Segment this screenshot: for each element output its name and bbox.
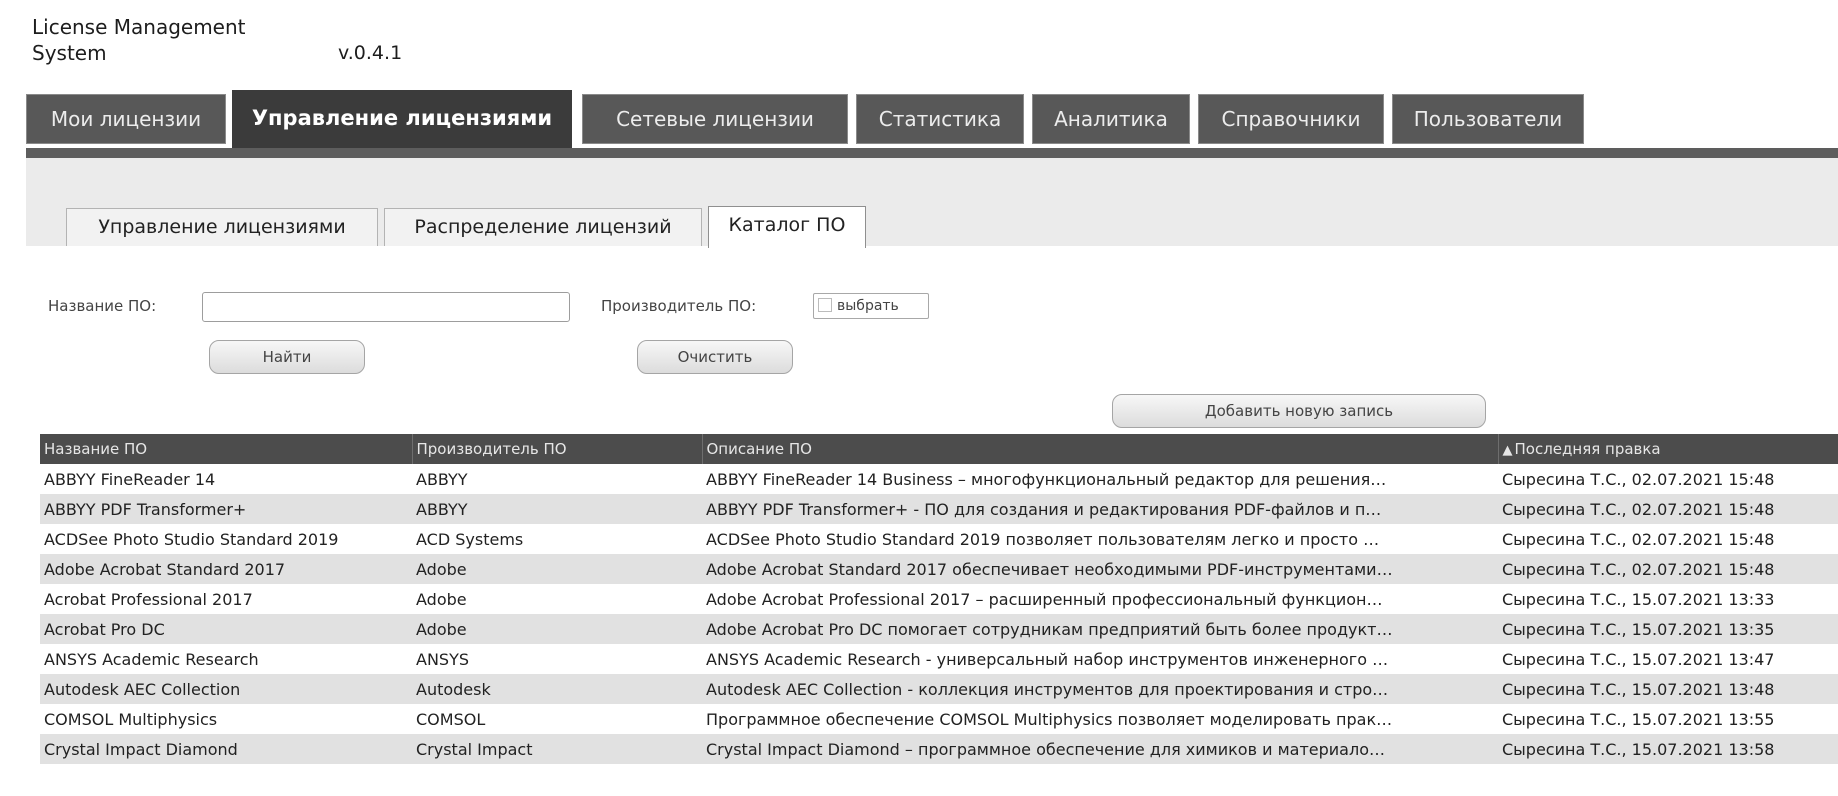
cell-description: ACDSee Photo Studio Standard 2019 позвол… — [706, 529, 1380, 549]
main-tab-my-licenses[interactable]: Мои лицензии — [26, 94, 226, 144]
table-row[interactable]: Adobe Acrobat Standard 2017 Adobe Adobe … — [40, 554, 1838, 584]
column-header-vendor[interactable]: Производитель ПО — [412, 434, 703, 464]
cell-name: COMSOL Multiphysics — [44, 709, 218, 729]
cell-description: ABBYY FineReader 14 Business – многофунк… — [706, 469, 1387, 489]
cell-description: Adobe Acrobat Standard 2017 обеспечивает… — [702, 554, 1498, 584]
software-catalog-table: Название ПО Производитель ПО Описание ПО… — [40, 434, 1838, 764]
table-row[interactable]: Acrobat Pro DC Adobe Adobe Acrobat Pro D… — [40, 614, 1838, 644]
table-row[interactable]: ANSYS Academic Research ANSYS ANSYS Acad… — [40, 644, 1838, 674]
cell-description: Autodesk AEC Collection - коллекция инст… — [702, 674, 1498, 704]
main-nav-divider — [26, 148, 1838, 158]
sort-ascending-icon: ▲ — [1502, 443, 1513, 458]
column-header-description[interactable]: Описание ПО — [702, 434, 1499, 464]
vendor-pick-label: выбрать — [837, 298, 899, 314]
table-row[interactable]: ABBYY PDF Transformer+ ABBYY ABBYY PDF T… — [40, 494, 1838, 524]
cell-vendor: ABBYY — [416, 469, 468, 489]
cell-vendor: Adobe — [412, 554, 702, 584]
main-tab-users[interactable]: Пользователи — [1392, 94, 1584, 144]
cell-description: ANSYS Academic Research - универсальный … — [706, 649, 1389, 669]
cell-name: Acrobat Professional 2017 — [44, 589, 253, 609]
table-row[interactable]: ABBYY FineReader 14 ABBYY ABBYY FineRead… — [40, 464, 1838, 494]
cell-last-edit: Сыресина Т.С., 02.07.2021 15:48 — [1498, 494, 1838, 524]
main-tab-license-management[interactable]: Управление лицензиями — [232, 90, 572, 154]
cell-last-edit: Сыресина Т.С., 15.07.2021 13:35 — [1498, 614, 1838, 644]
cell-name: ACDSee Photo Studio Standard 2019 — [44, 529, 339, 549]
cell-description: Crystal Impact Diamond – программное обе… — [702, 734, 1498, 764]
main-tab-analytics[interactable]: Аналитика — [1032, 94, 1190, 144]
sub-tab-software-catalog[interactable]: Каталог ПО — [708, 206, 866, 248]
cell-name: Autodesk AEC Collection — [40, 674, 412, 704]
cell-name: ANSYS Academic Research — [44, 649, 259, 669]
cell-name: Acrobat Pro DC — [40, 614, 412, 644]
search-button[interactable]: Найти — [209, 340, 365, 374]
cell-name: ABBYY FineReader 14 — [44, 469, 216, 489]
cell-description: Adobe Acrobat Professional 2017 – расшир… — [706, 589, 1383, 609]
clear-button[interactable]: Очистить — [637, 340, 793, 374]
main-tab-network-licenses[interactable]: Сетевые лицензии — [582, 94, 848, 144]
software-name-input[interactable] — [202, 292, 570, 322]
sub-tab-license-distribution[interactable]: Распределение лицензий — [384, 208, 702, 246]
column-header-last-edit-label: Последняя правка — [1514, 440, 1661, 458]
cell-name: Adobe Acrobat Standard 2017 — [40, 554, 412, 584]
main-tab-statistics[interactable]: Статистика — [856, 94, 1024, 144]
table-row[interactable]: COMSOL Multiphysics COMSOL Программное о… — [40, 704, 1838, 734]
cell-description: ABBYY PDF Transformer+ - ПО для создания… — [702, 494, 1498, 524]
cell-description: Adobe Acrobat Pro DC помогает сотрудника… — [702, 614, 1498, 644]
cell-last-edit: Сыресина Т.С., 15.07.2021 13:58 — [1498, 734, 1838, 764]
cell-vendor: ANSYS — [416, 649, 469, 669]
sub-tab-license-management[interactable]: Управление лицензиями — [66, 208, 378, 246]
table-row[interactable]: Acrobat Professional 2017 Adobe Adobe Ac… — [40, 584, 1838, 614]
app-version: v.0.4.1 — [338, 42, 403, 64]
app-title: License Management System — [32, 15, 246, 65]
cell-vendor: Autodesk — [412, 674, 702, 704]
cell-last-edit: Сыресина Т.С., 02.07.2021 15:48 — [1502, 469, 1775, 489]
add-record-button[interactable]: Добавить новую запись — [1112, 394, 1486, 428]
table-row[interactable]: Crystal Impact Diamond Crystal Impact Cr… — [40, 734, 1838, 764]
app-header: License Management System v.0.4.1 — [32, 14, 532, 74]
cell-last-edit: Сыресина Т.С., 15.07.2021 13:33 — [1502, 589, 1775, 609]
column-header-last-edit[interactable]: ▲ Последняя правка — [1498, 434, 1838, 464]
vendor-checkbox-icon — [818, 298, 832, 312]
vendor-label: Производитель ПО: — [601, 297, 757, 315]
table-row[interactable]: ACDSee Photo Studio Standard 2019 ACD Sy… — [40, 524, 1838, 554]
cell-vendor: Adobe — [412, 614, 702, 644]
column-header-name[interactable]: Название ПО — [40, 434, 413, 464]
main-nav: Мои лицензии Управление лицензиями Сетев… — [26, 90, 1838, 154]
cell-last-edit: Сыресина Т.С., 02.07.2021 15:48 — [1498, 554, 1838, 584]
cell-name: Crystal Impact Diamond — [40, 734, 412, 764]
cell-name: ABBYY PDF Transformer+ — [40, 494, 412, 524]
cell-last-edit: Сыресина Т.С., 15.07.2021 13:47 — [1502, 649, 1775, 669]
cell-vendor: ACD Systems — [416, 529, 524, 549]
cell-vendor: ABBYY — [412, 494, 702, 524]
cell-vendor: Adobe — [416, 589, 467, 609]
cell-last-edit: Сыресина Т.С., 15.07.2021 13:48 — [1498, 674, 1838, 704]
software-name-label: Название ПО: — [48, 297, 157, 315]
cell-vendor: COMSOL — [416, 709, 486, 729]
table-row[interactable]: Autodesk AEC Collection Autodesk Autodes… — [40, 674, 1838, 704]
main-tab-directories[interactable]: Справочники — [1198, 94, 1384, 144]
cell-last-edit: Сыресина Т.С., 15.07.2021 13:55 — [1502, 709, 1775, 729]
cell-description: Программное обеспечение COMSOL Multiphys… — [706, 709, 1393, 729]
table-header-row: Название ПО Производитель ПО Описание ПО… — [40, 434, 1838, 464]
vendor-pick-button[interactable]: выбрать — [813, 293, 929, 319]
cell-vendor: Crystal Impact — [412, 734, 702, 764]
cell-last-edit: Сыресина Т.С., 02.07.2021 15:48 — [1502, 529, 1775, 549]
